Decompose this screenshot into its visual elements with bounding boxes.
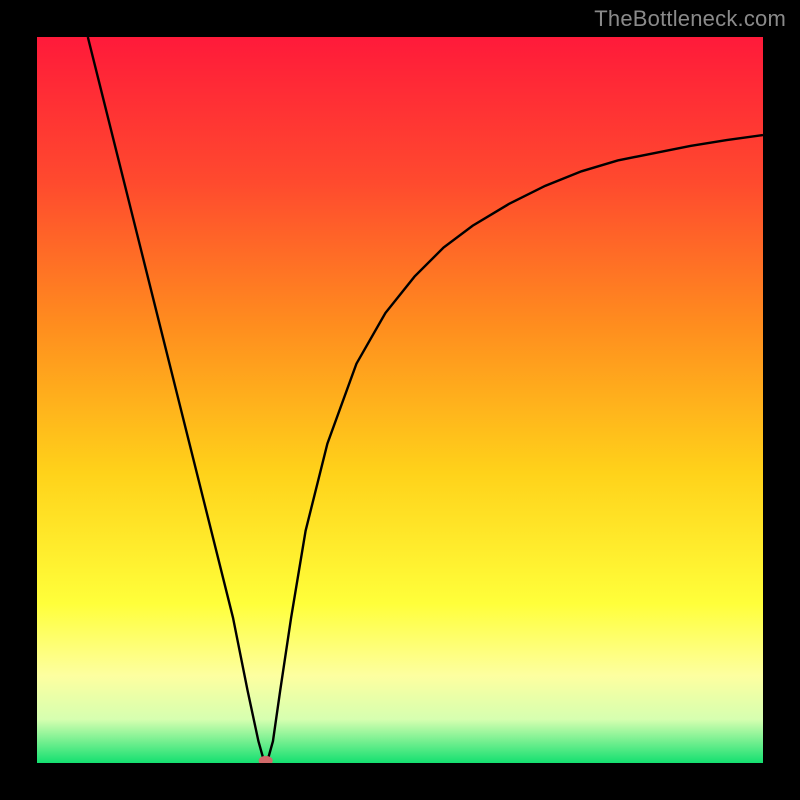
chart-frame: TheBottleneck.com bbox=[0, 0, 800, 800]
chart-svg bbox=[37, 37, 763, 763]
watermark-text: TheBottleneck.com bbox=[594, 6, 786, 32]
plot-area bbox=[37, 37, 763, 763]
gradient-background bbox=[37, 37, 763, 763]
